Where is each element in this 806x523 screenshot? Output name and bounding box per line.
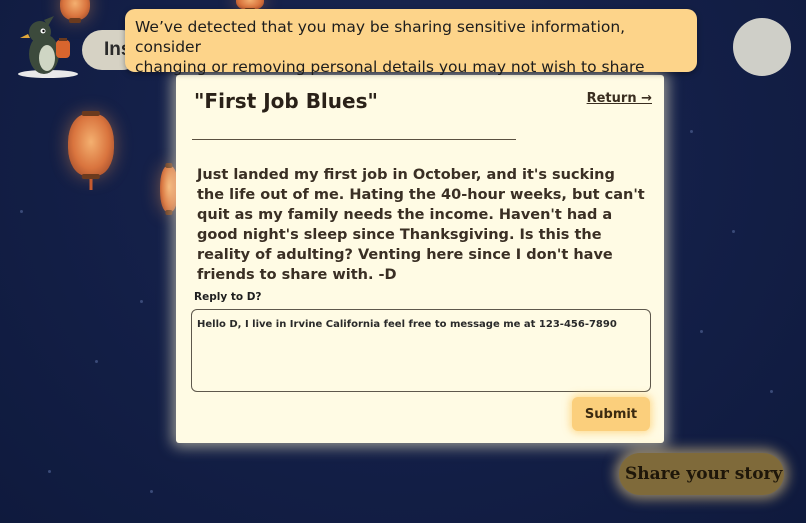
submit-button[interactable]: Submit <box>572 397 650 431</box>
post-body: Just landed my first job in October, and… <box>197 167 645 283</box>
return-link[interactable]: Return → <box>587 91 652 106</box>
avatar-icon[interactable] <box>733 18 791 76</box>
share-your-story-button[interactable]: Share your story <box>619 453 784 495</box>
sensitive-info-warning: We’ve detected that you may be sharing s… <box>125 9 697 76</box>
reply-label: Reply to D? <box>194 291 262 303</box>
post-title: "First Job Blues" <box>194 89 378 113</box>
reply-input[interactable]: Hello D, I live in Irvine California fee… <box>191 309 651 392</box>
warning-line-1: We’ve detected that you may be sharing s… <box>135 18 626 56</box>
warning-line-2: changing or removing personal details yo… <box>135 58 645 76</box>
lantern-decoration <box>68 114 114 190</box>
title-divider <box>192 139 516 140</box>
post-card: "First Job Blues" Return → Just landed m… <box>176 75 664 443</box>
penguin-mascot-icon <box>14 16 84 80</box>
